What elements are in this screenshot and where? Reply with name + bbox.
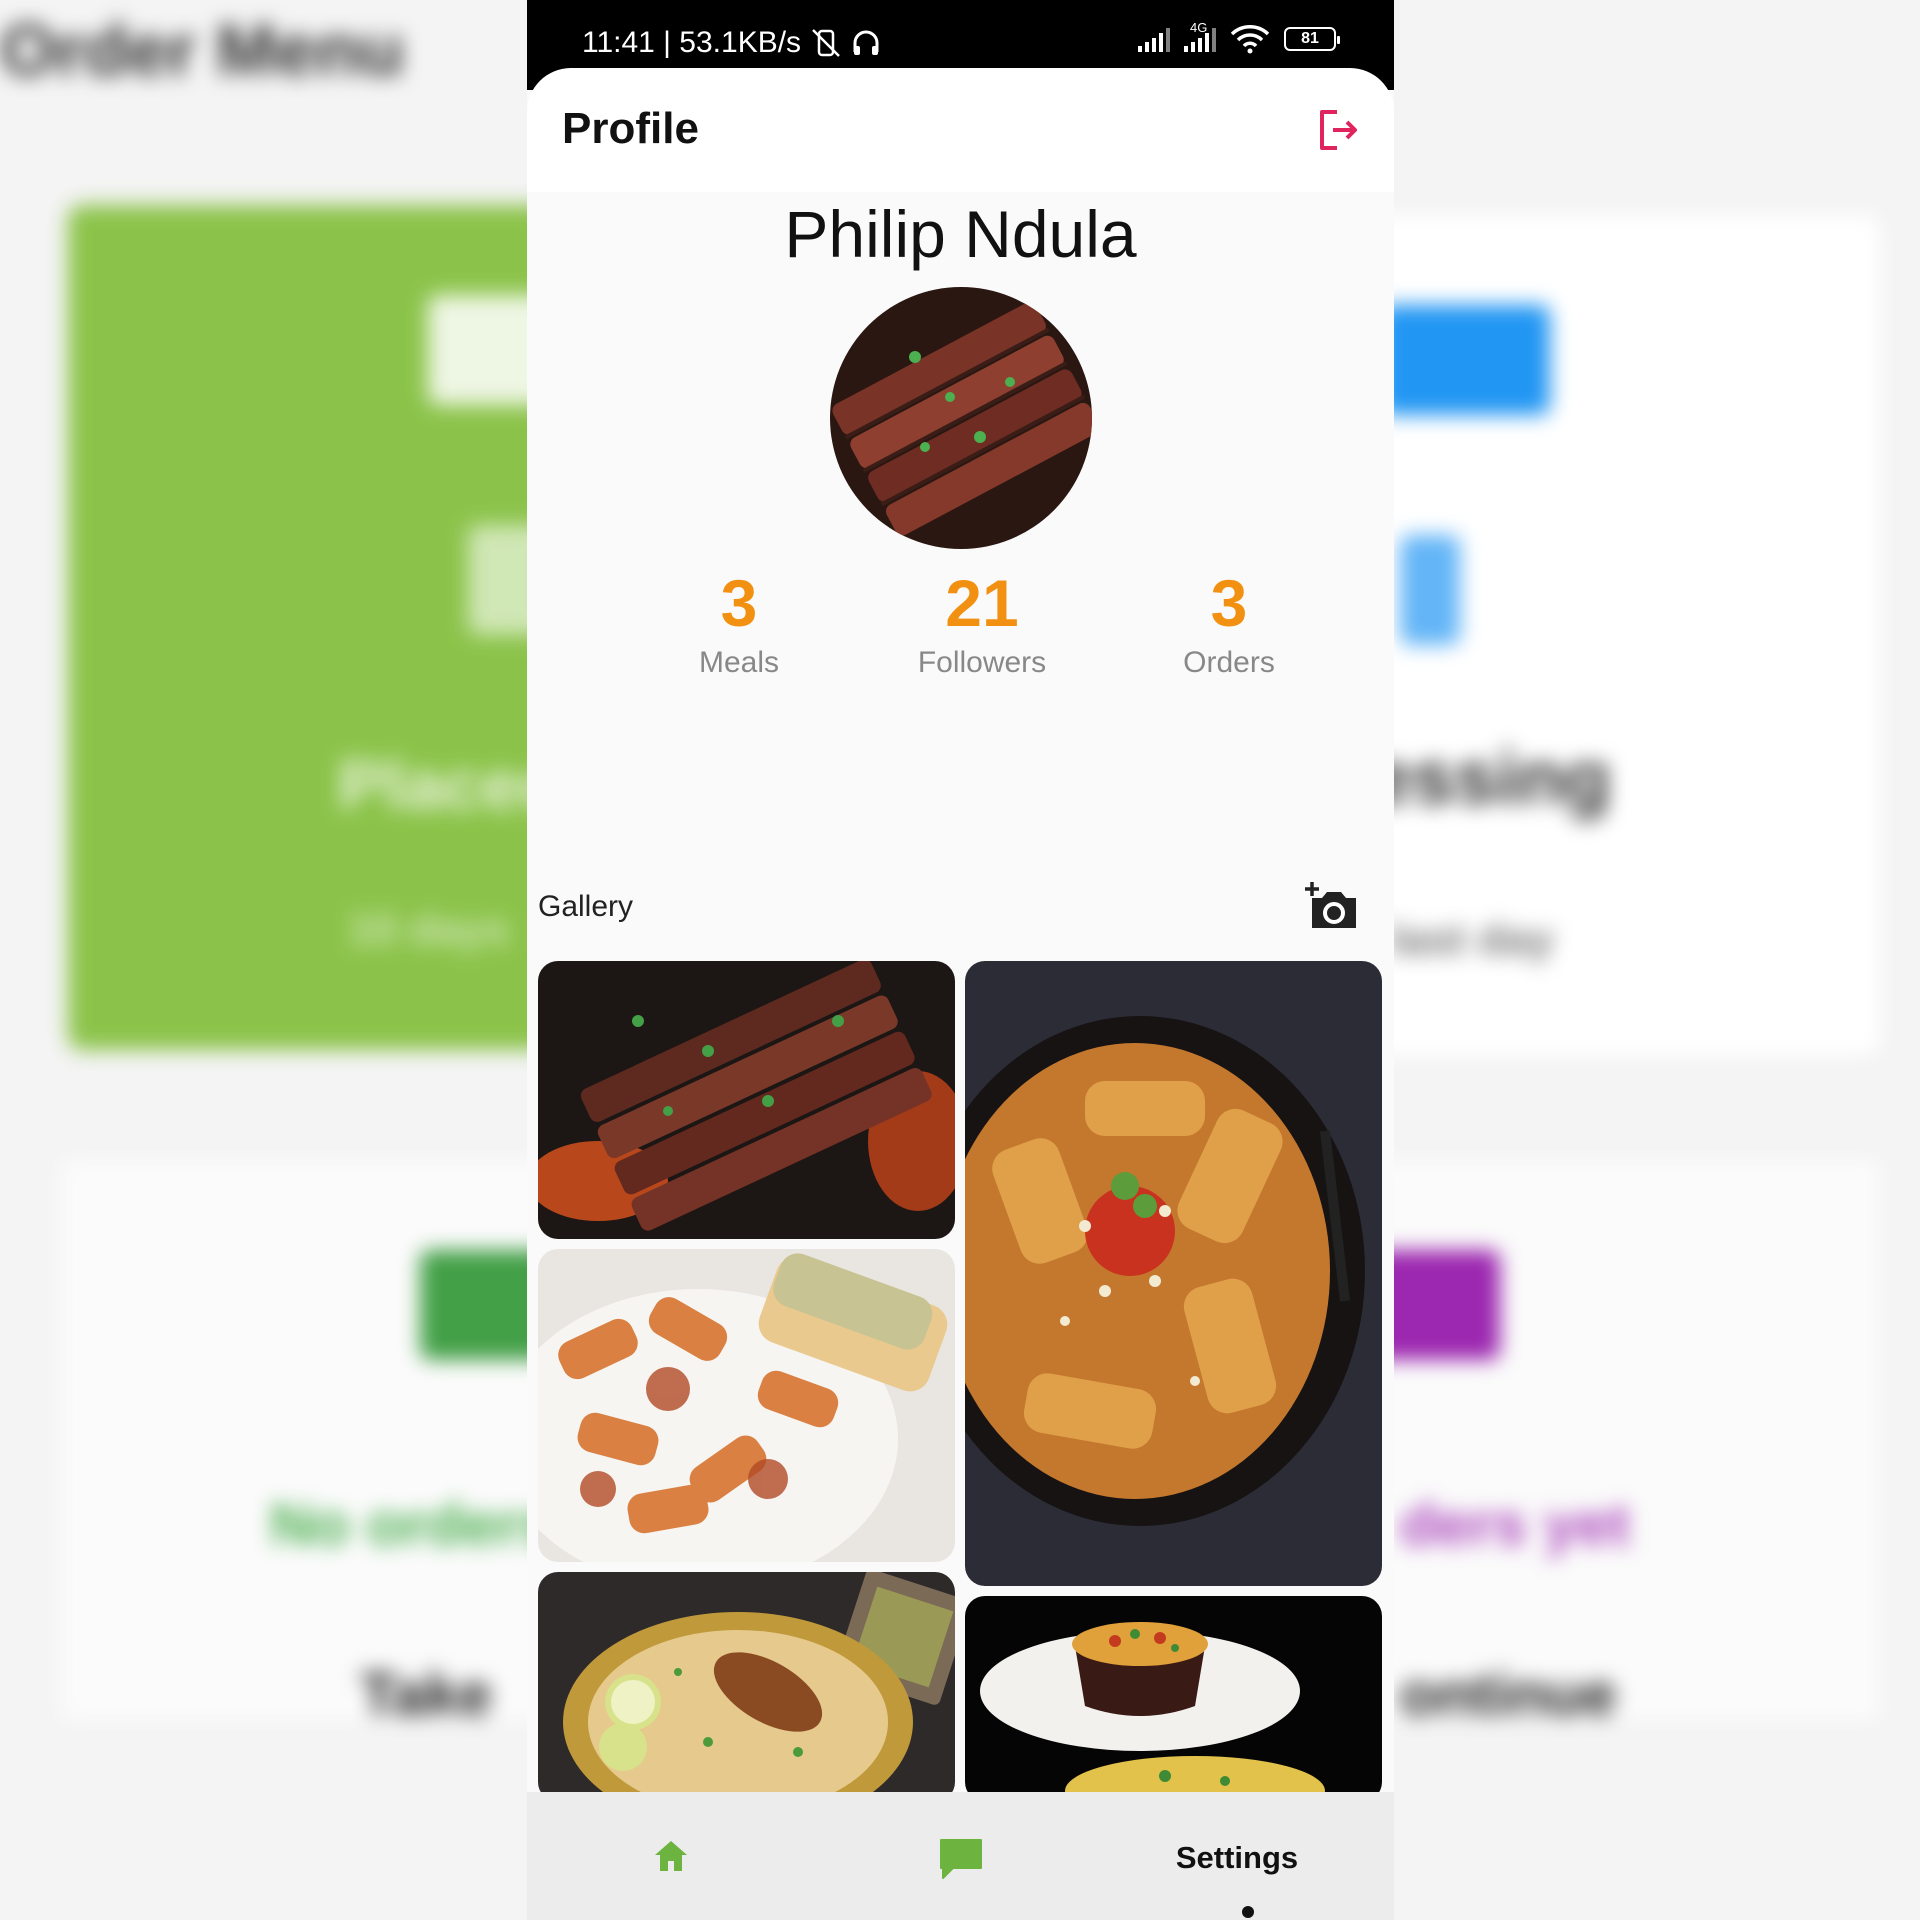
bg-strip-text-left: No orders <box>270 1491 554 1558</box>
profile-name: Philip Ndula <box>784 197 1137 271</box>
bg-strip-text-right: ders yet <box>1400 1491 1631 1558</box>
signal-icon <box>1138 26 1170 52</box>
battery-level: 81 <box>1301 30 1319 47</box>
bg-number-blue <box>1400 535 1460 645</box>
bg-strip-bottom-right: ontinue <box>1400 1661 1617 1728</box>
gallery-heading: Gallery <box>538 890 634 923</box>
stat-meals-label: Meals <box>698 646 780 679</box>
home-icon[interactable] <box>652 1837 690 1875</box>
bg-card-status-2: essing <box>1370 736 1611 821</box>
steak-photo <box>538 961 955 1239</box>
stat-meals[interactable]: 3 Meals <box>654 568 824 680</box>
stat-followers-label: Followers <box>917 646 1047 679</box>
rice-plate-photo <box>965 1596 1382 1802</box>
gallery-image-rigatoni[interactable] <box>965 961 1382 1586</box>
nav-settings[interactable]: Settings <box>1137 1840 1337 1876</box>
active-indicator <box>1242 1906 1254 1918</box>
phone-screen: 11:41 | 53.1KB/s 4G 81 Profile Philip Nd… <box>527 0 1394 1920</box>
bottom-nav: Settings <box>527 1792 1394 1920</box>
chat-icon[interactable] <box>937 1836 985 1882</box>
avatar-image <box>830 287 1092 549</box>
stat-orders[interactable]: 3 Orders <box>1144 568 1314 680</box>
stat-followers[interactable]: 21 Followers <box>872 568 1092 680</box>
baked-pasta-photo <box>538 1249 955 1562</box>
avatar[interactable] <box>830 287 1092 549</box>
vibrate-off-icon <box>812 29 840 57</box>
gallery-image-steak[interactable] <box>538 961 955 1239</box>
gallery-image-biryani[interactable] <box>538 1572 955 1802</box>
rigatoni-photo <box>965 961 1382 1586</box>
logout-icon[interactable] <box>1317 108 1361 152</box>
status-time-speed: 11:41 | 53.1KB/s <box>582 26 802 59</box>
bg-card-sub: 10 days <box>348 905 510 954</box>
bg-strip-bottom-left: Take <box>360 1661 493 1728</box>
status-right: 4G 81 <box>1138 20 1340 54</box>
gallery-image-rice-plate[interactable] <box>965 1596 1382 1802</box>
stat-followers-value: 21 <box>945 566 1019 640</box>
bg-card-sub-2: last day <box>1390 915 1554 964</box>
battery-icon: 81 <box>1284 27 1340 51</box>
stat-orders-label: Orders <box>1183 646 1275 679</box>
signal-4g: 4G <box>1184 20 1216 52</box>
page-title: Profile <box>562 104 699 153</box>
gallery-image-baked-pasta[interactable] <box>538 1249 955 1562</box>
app-bar: Profile <box>527 68 1394 192</box>
status-left: 11:41 | 53.1KB/s <box>582 26 881 60</box>
stat-meals-value: 3 <box>720 566 758 640</box>
background-title: Order Menu <box>0 11 405 91</box>
biryani-photo <box>538 1572 955 1802</box>
headset-icon <box>853 30 879 55</box>
stat-orders-value: 3 <box>1210 566 1248 640</box>
add-photo-icon[interactable] <box>1304 880 1360 932</box>
cart-icon-blue <box>1380 305 1550 415</box>
network-label: 4G <box>1190 20 1208 35</box>
wifi-icon <box>1230 25 1270 54</box>
